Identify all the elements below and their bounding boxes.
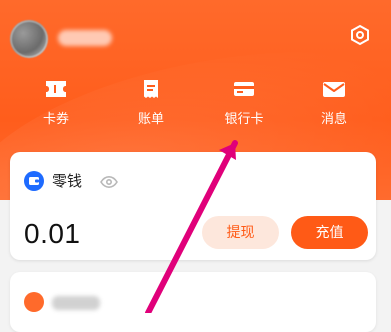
eye-icon[interactable]: [100, 174, 118, 189]
quick-action-bills[interactable]: 账单: [121, 78, 181, 140]
quick-action-label: 卡券: [42, 112, 69, 127]
quick-action-messages[interactable]: 消息: [304, 78, 364, 140]
ticket-icon: [46, 81, 66, 97]
quick-action-label: 消息: [320, 112, 347, 127]
avatar[interactable]: [10, 20, 48, 58]
visibility-eye-icon: [100, 175, 118, 189]
quick-action-bank-card[interactable]: 银行卡: [214, 78, 274, 140]
blurred-next-card-label: [52, 296, 100, 310]
quick-action-coupons[interactable]: 卡券: [26, 78, 86, 140]
wallet-glyph: [29, 177, 39, 185]
next-card[interactable]: [10, 272, 376, 332]
blurred-username: [58, 30, 112, 46]
next-card-icon: [24, 292, 44, 312]
withdraw-button[interactable]: 提现: [202, 216, 279, 249]
balance-amount: 0.01: [24, 218, 81, 249]
settings-hexagon-icon: [351, 24, 369, 46]
topup-button[interactable]: 充值: [291, 216, 368, 249]
mail-icon: [323, 82, 345, 97]
settings-icon[interactable]: [349, 24, 371, 46]
quick-action-label: 账单: [137, 112, 164, 127]
wallet-title: 零钱: [52, 172, 83, 190]
wallet-icon: [24, 171, 44, 191]
quick-action-label: 银行卡: [224, 112, 264, 127]
balance-card: 零钱 0.01 提现 充值: [10, 152, 376, 260]
bank-card-icon: [234, 82, 254, 96]
bill-icon: [144, 80, 158, 98]
quick-actions: 卡券 账单 银行卡 消息: [0, 78, 391, 140]
